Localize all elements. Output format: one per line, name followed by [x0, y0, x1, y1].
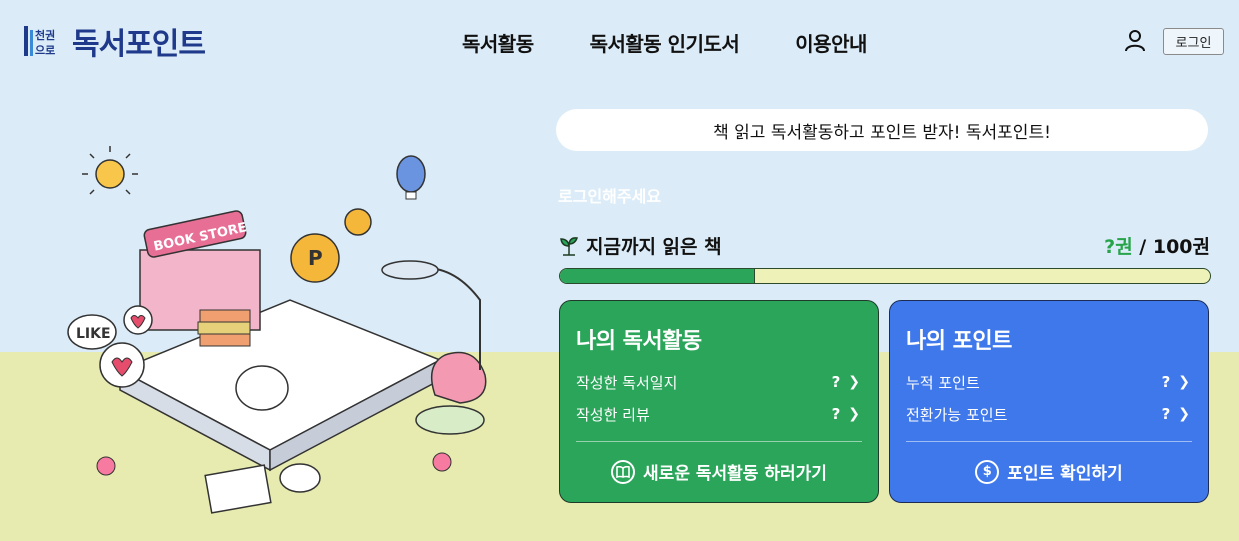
logo-text: 독서포인트: [72, 27, 206, 62]
check-points-button[interactable]: $ 포인트 확인하기: [890, 459, 1208, 484]
my-points-card: 나의 포인트 누적 포인트 ? ❯ 전환가능 포인트 ? ❯ $ 포인트 확인하…: [889, 300, 1209, 503]
written-journals-label: 작성한 독서일지: [576, 373, 678, 392]
svg-text:P: P: [308, 246, 323, 270]
convertible-points-label: 전환가능 포인트: [906, 405, 1008, 424]
books-read-row: 지금까지 읽은 책 ?권 / 100권: [558, 232, 1210, 258]
books-read-label: 지금까지 읽은 책: [586, 236, 722, 258]
my-reading-activity-card: 나의 독서활동 작성한 독서일지 ? ❯ 작성한 리뷰 ? ❯ 새로운 독서활동…: [559, 300, 879, 503]
new-activity-button[interactable]: 새로운 독서활동 하러가기: [560, 459, 878, 484]
dollar-icon: $: [975, 459, 1000, 484]
chevron-right-icon: ❯: [848, 374, 860, 390]
card-divider: [906, 441, 1192, 442]
card-divider: [576, 441, 862, 442]
accumulated-points-label: 누적 포인트: [906, 373, 980, 392]
books-read-total: / 100권: [1132, 236, 1210, 258]
convertible-points-value: ?: [1161, 405, 1171, 423]
written-reviews-row[interactable]: 작성한 리뷰 ? ❯: [576, 403, 860, 425]
bookstore-illustration: BOOK STORE P LIKE: [40, 140, 510, 520]
svg-text:천권: 천권: [35, 28, 55, 42]
new-activity-label: 새로운 독서활동 하러가기: [643, 464, 827, 484]
accumulated-points-row[interactable]: 누적 포인트 ? ❯: [906, 371, 1190, 393]
sprout-icon: [558, 234, 580, 256]
user-icon[interactable]: [1123, 28, 1147, 52]
main-nav: 독서활동 독서활동 인기도서 이용안내: [462, 28, 867, 57]
nav-popular-books[interactable]: 독서활동 인기도서: [590, 28, 740, 57]
like-bubble-text: LIKE: [76, 326, 111, 342]
books-read-current: ?권: [1104, 236, 1133, 258]
written-reviews-value: ?: [831, 405, 841, 423]
accumulated-points-value: ?: [1161, 373, 1171, 391]
books-read-progress-fill: [560, 269, 755, 283]
chevron-right-icon: ❯: [848, 406, 860, 422]
svg-text:으로: 으로: [35, 44, 55, 57]
nav-guide[interactable]: 이용안내: [795, 28, 867, 57]
activity-card-title: 나의 독서활동: [576, 329, 702, 354]
points-card-title: 나의 포인트: [906, 329, 1012, 354]
logo-mark-icon: 천권 으로: [24, 24, 68, 58]
chevron-right-icon: ❯: [1178, 406, 1190, 422]
book-icon: [611, 459, 636, 484]
books-read-progress: [559, 268, 1211, 284]
login-button[interactable]: 로그인: [1163, 28, 1224, 55]
convertible-points-row[interactable]: 전환가능 포인트 ? ❯: [906, 403, 1190, 425]
check-points-label: 포인트 확인하기: [1007, 464, 1123, 484]
site-logo[interactable]: 천권 으로 독서포인트: [24, 24, 206, 62]
written-reviews-label: 작성한 리뷰: [576, 405, 650, 424]
nav-reading-activity[interactable]: 독서활동: [462, 28, 534, 57]
slogan-banner: 책 읽고 독서활동하고 포인트 받자! 독서포인트!: [556, 109, 1208, 151]
login-prompt[interactable]: 로그인해주세요: [558, 183, 661, 207]
chevron-right-icon: ❯: [1178, 374, 1190, 390]
written-journals-row[interactable]: 작성한 독서일지 ? ❯: [576, 371, 860, 393]
books-read-count: ?권 / 100권: [1104, 232, 1210, 259]
written-journals-value: ?: [831, 373, 841, 391]
site-header: 천권 으로 독서포인트 독서활동 독서활동 인기도서 이용안내 로그인: [0, 0, 1239, 82]
